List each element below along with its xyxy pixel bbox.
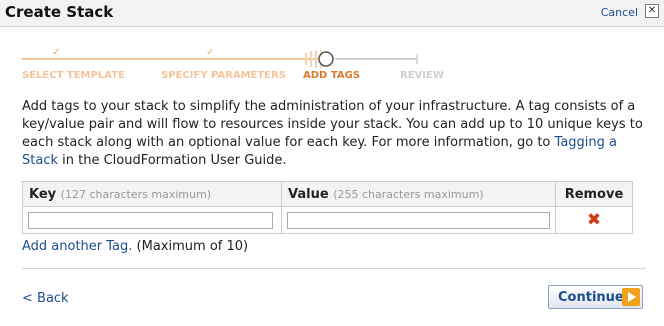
table-row: ✖ — [22, 206, 633, 234]
value-cell — [281, 206, 556, 234]
close-icon[interactable]: ✕ — [645, 4, 659, 18]
step-2-check-icon: ✓ — [206, 47, 214, 58]
tags-table-header: Key (127 characters maximum) Value (255 … — [22, 181, 633, 207]
step-select-template: SELECT TEMPLATE — [22, 70, 125, 81]
footer-divider — [22, 268, 646, 269]
continue-button[interactable]: Continue — [548, 285, 643, 309]
description-text: Add tags to your stack to simplify the a… — [22, 99, 643, 150]
remove-column-header: Remove — [555, 181, 633, 207]
add-another-tag-link[interactable]: Add another Tag. — [22, 239, 132, 254]
step-1-check-icon: ✓ — [52, 47, 60, 58]
cancel-link[interactable]: Cancel — [601, 6, 638, 19]
tags-table: Key (127 characters maximum) Value (255 … — [22, 181, 633, 234]
tags-description: Add tags to your stack to simplify the a… — [22, 98, 647, 170]
wizard-progress: ✓ ✓ SELECT TEMPLATE SPECIFY PARAMETERS A… — [22, 44, 444, 84]
dialog-titlebar: Create Stack Cancel ✕ — [0, 0, 664, 27]
dialog-title: Create Stack — [5, 3, 114, 21]
value-column-header: Value (255 characters maximum) — [281, 181, 556, 207]
remove-tag-icon[interactable]: ✖ — [587, 211, 601, 229]
key-cell — [22, 206, 282, 234]
step-specify-parameters: SPECIFY PARAMETERS — [161, 70, 286, 81]
back-link[interactable]: < Back — [22, 291, 69, 306]
value-header-hint: (255 characters maximum) — [333, 187, 484, 201]
arrow-right-icon — [622, 288, 640, 306]
tag-key-input[interactable] — [28, 211, 273, 229]
tag-value-input[interactable] — [287, 211, 550, 229]
value-header-label: Value — [288, 186, 329, 202]
add-tag-note: (Maximum of 10) — [132, 239, 249, 254]
add-tag-row: Add another Tag. (Maximum of 10) — [22, 239, 248, 254]
key-header-hint: (127 characters maximum) — [60, 187, 212, 201]
step-add-tags: ADD TAGS — [303, 70, 361, 81]
remove-cell: ✖ — [555, 206, 633, 234]
wizard-track: ✓ ✓ — [22, 47, 418, 68]
continue-label: Continue — [558, 290, 624, 305]
key-column-header: Key (127 characters maximum) — [22, 181, 282, 207]
step-review: REVIEW — [400, 70, 444, 81]
key-header-label: Key — [29, 186, 57, 202]
description-text-end: in the CloudFormation User Guide. — [58, 153, 287, 168]
wizard-current-marker — [318, 51, 334, 67]
